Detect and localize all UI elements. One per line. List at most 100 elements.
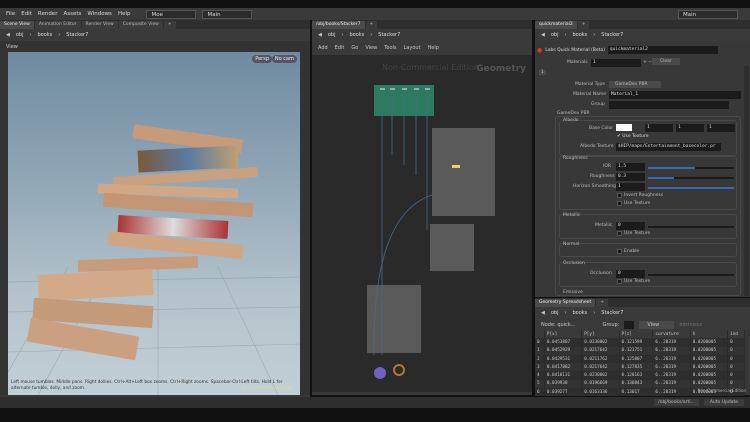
net-menu-add[interactable]: Add <box>318 45 328 51</box>
viewport-left-strip[interactable] <box>0 52 8 395</box>
spreadsheet-pane: Geometry Spreadsheet + ◀ obj › books › Stac… <box>535 298 750 397</box>
material-type-select[interactable]: GameDev PBR <box>609 81 661 88</box>
net-menu-view[interactable]: View <box>365 45 377 51</box>
crumb-stacker[interactable]: Stacker7 <box>66 32 88 38</box>
back-icon[interactable]: ◀ <box>541 310 545 316</box>
back-icon[interactable]: ◀ <box>541 32 545 38</box>
tab-network[interactable]: /obj/books/Stacker7 <box>312 21 365 29</box>
menu-help[interactable]: Help <box>118 11 131 17</box>
roughness-use-texture-checkbox[interactable] <box>617 201 622 206</box>
auto-update-button[interactable]: Auto Update <box>703 399 744 406</box>
tab-parameters[interactable]: quickmaterial2 <box>535 21 577 29</box>
shelf-set-select[interactable]: Moe <box>146 9 197 19</box>
base-color-swatch[interactable] <box>616 124 632 131</box>
horizon-smoothing-field[interactable]: 1 <box>616 183 645 191</box>
camera-menu[interactable]: No cam <box>271 55 297 63</box>
group-field[interactable] <box>624 320 635 329</box>
column-header[interactable]: ind <box>727 330 745 339</box>
clear-button[interactable]: Clear <box>652 58 680 65</box>
albedo-use-texture-checkbox[interactable]: ✔ Use Texture <box>617 134 649 139</box>
crumb-stacker[interactable]: Stacker7 <box>378 32 400 38</box>
node-name-field[interactable]: quickmaterial2 <box>607 46 718 54</box>
group-field[interactable] <box>609 101 729 109</box>
back-icon[interactable]: ◀ <box>318 32 322 38</box>
viewport[interactable]: Persp No cam Left mouse tumbles. Middle … <box>8 52 300 395</box>
view-select[interactable]: View <box>639 320 675 329</box>
net-menu-help[interactable]: Help <box>428 45 439 51</box>
column-header[interactable]: P[y] <box>581 330 620 339</box>
column-header[interactable]: P[z] <box>619 330 654 339</box>
normal-enable-checkbox[interactable] <box>617 249 622 254</box>
viewport-tool-strip[interactable] <box>300 52 310 395</box>
base-color-r[interactable]: 1 <box>645 124 673 132</box>
normal-enable-label: Enable <box>624 249 640 254</box>
menu-render[interactable]: Render <box>38 11 58 17</box>
persp-menu[interactable]: Persp <box>252 55 272 63</box>
crumb-stacker[interactable]: Stacker7 <box>601 32 623 38</box>
tab-render-view[interactable]: Render View <box>81 21 118 29</box>
metallic-slider[interactable] <box>648 226 734 228</box>
column-header[interactable]: curvature <box>652 330 691 339</box>
column-header[interactable] <box>535 330 545 339</box>
base-color-b[interactable]: 1 <box>707 124 735 132</box>
tab-scene-view[interactable]: Scene View <box>0 21 34 29</box>
occlusion-slider[interactable] <box>648 274 734 276</box>
crumb-books[interactable]: books <box>37 32 52 38</box>
add-tab-button[interactable]: + <box>596 299 608 307</box>
crumb-stacker[interactable]: Stacker7 <box>601 310 623 316</box>
menu-assets[interactable]: Assets <box>63 11 81 17</box>
horizon-smoothing-slider[interactable] <box>648 187 734 189</box>
crumb-books[interactable]: books <box>349 32 364 38</box>
tab-animation-editor[interactable]: Animation Editor <box>34 21 81 29</box>
crumb-obj[interactable]: obj <box>551 310 559 316</box>
occlusion-use-texture-checkbox[interactable] <box>617 279 622 284</box>
add-remove-buttons[interactable]: + − <box>643 60 652 65</box>
main-desktop-select[interactable]: Main <box>678 9 738 19</box>
occlusion-field[interactable]: 0 <box>616 270 645 278</box>
table-cell: 0.0200005 <box>690 379 729 389</box>
metallic-field[interactable]: 0 <box>616 222 645 230</box>
menu-windows[interactable]: Windows <box>87 11 112 17</box>
table-cell: 0.0163336 <box>581 388 620 397</box>
base-color-g[interactable]: 1 <box>676 124 704 132</box>
intrinsics-select[interactable]: Intrinsics <box>679 322 702 328</box>
back-icon[interactable]: ◀ <box>6 32 10 38</box>
roughness-slider[interactable] <box>648 177 734 179</box>
network-editor[interactable]: Non-Commercial Edition Geometry <box>312 55 532 392</box>
normal-group <box>559 243 737 257</box>
add-tab-button[interactable]: + <box>577 21 590 29</box>
table-cell: 0.039277 <box>544 388 583 397</box>
roughness-field[interactable]: 0.3 <box>616 173 645 181</box>
invert-roughness-checkbox[interactable] <box>617 193 622 198</box>
add-tab-button[interactable]: + <box>365 21 378 29</box>
net-menu-edit[interactable]: Edit <box>335 45 345 51</box>
materials-field[interactable]: 1 <box>591 59 641 67</box>
crumb-obj[interactable]: obj <box>16 32 24 38</box>
net-menu-tools[interactable]: Tools <box>384 45 396 51</box>
path-bar: ◀ obj › books › Stacker7 <box>535 307 750 319</box>
material-tab[interactable]: 1 <box>539 70 546 75</box>
column-header[interactable]: P[x] <box>544 330 583 339</box>
crumb-books[interactable]: books <box>572 310 587 316</box>
status-path[interactable]: /obj/books/arti... <box>654 399 699 406</box>
metallic-use-texture-checkbox[interactable] <box>617 231 622 236</box>
net-menu-go[interactable]: Go <box>351 45 358 51</box>
add-tab-button[interactable]: + <box>163 21 176 29</box>
tab-composite-view[interactable]: Composite View <box>118 21 163 29</box>
tab-geometry-spreadsheet[interactable]: Geometry Spreadsheet <box>535 299 596 307</box>
table-row: 3 0.0417882 0.0217642 0.127835 6..28319 0.020… <box>535 363 745 372</box>
material-name-field[interactable]: Material_1 <box>609 91 741 99</box>
crumb-books[interactable]: books <box>572 32 587 38</box>
node-select[interactable]: Node: quick... <box>541 322 575 328</box>
menu-file[interactable]: File <box>6 11 15 17</box>
menu-edit[interactable]: Edit <box>21 11 32 17</box>
net-menu-layout[interactable]: Layout <box>404 45 421 51</box>
crumb-obj[interactable]: obj <box>328 32 336 38</box>
ior-slider[interactable] <box>648 167 734 169</box>
desktop-select[interactable]: Main <box>202 9 253 19</box>
parameter-scrollbar[interactable] <box>744 66 749 296</box>
albedo-texture-field[interactable]: $HIP/maps/Entertainment_basecolor.pr <box>616 143 721 151</box>
crumb-obj[interactable]: obj <box>551 32 559 38</box>
ior-field[interactable]: 1.5 <box>616 163 645 171</box>
column-header[interactable]: h <box>690 330 729 339</box>
